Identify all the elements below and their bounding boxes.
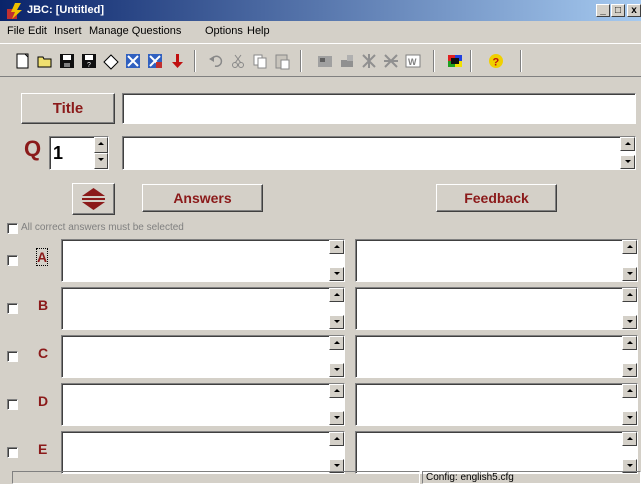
toolbar-separator bbox=[520, 50, 522, 72]
answer-checkbox-b[interactable] bbox=[7, 303, 18, 314]
settings-b-icon[interactable] bbox=[382, 52, 400, 70]
web-page-icon[interactable] bbox=[316, 52, 334, 70]
minimize-button[interactable]: _ bbox=[596, 4, 610, 17]
answer-checkbox-c[interactable] bbox=[7, 351, 18, 362]
scroll-up-button[interactable] bbox=[329, 432, 344, 446]
feedback-input-c[interactable] bbox=[355, 335, 638, 378]
all-correct-label: All correct answers must be selected bbox=[21, 222, 184, 233]
paste-icon[interactable] bbox=[273, 52, 291, 70]
answer-letter-b: B bbox=[38, 297, 49, 313]
answer-checkbox-a[interactable] bbox=[7, 255, 18, 266]
scroll-up-button[interactable] bbox=[622, 432, 637, 446]
arrow-down-icon[interactable] bbox=[168, 52, 186, 70]
menu-manage-questions[interactable]: Manage Questions bbox=[89, 25, 181, 38]
question-number-spinner[interactable]: 1 bbox=[49, 136, 109, 170]
svg-text:?: ? bbox=[493, 57, 500, 69]
feedback-button[interactable]: Feedback bbox=[436, 184, 557, 212]
scroll-down-button[interactable] bbox=[329, 315, 344, 329]
up-down-arrows-icon bbox=[82, 188, 105, 210]
question-number: 1 bbox=[53, 143, 64, 163]
scroll-up-button[interactable] bbox=[622, 240, 637, 254]
answer-checkbox-e[interactable] bbox=[7, 447, 18, 458]
question-label: Q bbox=[24, 136, 42, 161]
toolbar-separator bbox=[194, 50, 196, 72]
status-panel-main bbox=[12, 471, 420, 484]
move-question-button[interactable] bbox=[72, 183, 115, 215]
scroll-up-button[interactable] bbox=[622, 288, 637, 302]
scroll-up-button[interactable] bbox=[622, 384, 637, 398]
app-icon[interactable] bbox=[7, 3, 23, 19]
feedback-input-b[interactable] bbox=[355, 287, 638, 330]
scroll-up-button[interactable] bbox=[329, 288, 344, 302]
menu-bar: File Edit Insert Manage Questions Option… bbox=[0, 21, 641, 41]
scroll-down-button[interactable] bbox=[620, 155, 635, 169]
cut-icon[interactable] bbox=[229, 52, 247, 70]
scroll-up-button[interactable] bbox=[329, 384, 344, 398]
scroll-down-button[interactable] bbox=[622, 411, 637, 425]
scroll-up-button[interactable] bbox=[329, 336, 344, 350]
copy-icon[interactable] bbox=[251, 52, 269, 70]
export-icon[interactable] bbox=[338, 52, 356, 70]
answer-input-a[interactable] bbox=[61, 239, 345, 282]
feedback-input-e[interactable] bbox=[355, 431, 638, 474]
menu-edit[interactable]: Edit bbox=[28, 25, 47, 38]
save-as-icon[interactable]: ? bbox=[80, 52, 98, 70]
feedback-input-d[interactable] bbox=[355, 383, 638, 426]
toolbar-separator bbox=[470, 50, 472, 72]
scroll-down-button[interactable] bbox=[329, 411, 344, 425]
feedback-input-a[interactable] bbox=[355, 239, 638, 282]
toolbar-separator bbox=[300, 50, 302, 72]
scroll-down-button[interactable] bbox=[622, 315, 637, 329]
spinner-down-button[interactable] bbox=[94, 153, 108, 169]
help-icon[interactable]: ? bbox=[487, 52, 505, 70]
answer-input-d[interactable] bbox=[61, 383, 345, 426]
save-icon[interactable] bbox=[58, 52, 76, 70]
remove-icon[interactable] bbox=[146, 52, 164, 70]
menu-options[interactable]: Options bbox=[205, 25, 243, 38]
window-title: JBC: [Untitled] bbox=[27, 4, 104, 16]
all-correct-checkbox[interactable] bbox=[7, 223, 18, 234]
answer-input-c[interactable] bbox=[61, 335, 345, 378]
answer-input-b[interactable] bbox=[61, 287, 345, 330]
title-button[interactable]: Title bbox=[21, 93, 115, 124]
answer-letter-c: C bbox=[38, 345, 49, 361]
close-button[interactable]: x bbox=[627, 4, 641, 17]
status-bar: Config: english5.cfg bbox=[0, 470, 641, 484]
menu-help[interactable]: Help bbox=[247, 25, 270, 38]
question-text-input[interactable] bbox=[122, 136, 636, 170]
undo-icon[interactable] bbox=[207, 52, 225, 70]
settings-a-icon[interactable] bbox=[360, 52, 378, 70]
answer-checkbox-d[interactable] bbox=[7, 399, 18, 410]
toolbar-separator bbox=[433, 50, 435, 72]
tag-icon[interactable]: W bbox=[404, 52, 422, 70]
scroll-up-button[interactable] bbox=[329, 240, 344, 254]
colors-icon[interactable] bbox=[446, 52, 464, 70]
new-icon[interactable] bbox=[14, 52, 32, 70]
status-config: Config: english5.cfg bbox=[422, 471, 641, 484]
scroll-down-button[interactable] bbox=[622, 363, 637, 377]
menu-insert[interactable]: Insert bbox=[54, 25, 82, 38]
menu-file[interactable]: File bbox=[7, 25, 25, 38]
scroll-up-button[interactable] bbox=[620, 137, 635, 151]
svg-text:?: ? bbox=[87, 62, 91, 69]
answers-button[interactable]: Answers bbox=[142, 184, 263, 212]
spinner-up-button[interactable] bbox=[94, 137, 108, 153]
eraser-icon[interactable] bbox=[102, 52, 120, 70]
answer-input-e[interactable] bbox=[61, 431, 345, 474]
add-icon[interactable] bbox=[124, 52, 142, 70]
answer-letter-a: A bbox=[35, 248, 49, 266]
open-icon[interactable] bbox=[36, 52, 54, 70]
scroll-up-button[interactable] bbox=[622, 336, 637, 350]
scroll-down-button[interactable] bbox=[329, 363, 344, 377]
toolbar: ? W ? bbox=[0, 43, 641, 77]
answer-letter-e: E bbox=[38, 441, 48, 457]
title-input[interactable] bbox=[122, 93, 636, 124]
title-bar[interactable]: JBC: [Untitled] _ □ x bbox=[0, 0, 641, 21]
maximize-button[interactable]: □ bbox=[611, 4, 625, 17]
scroll-down-button[interactable] bbox=[329, 267, 344, 281]
scroll-down-button[interactable] bbox=[622, 267, 637, 281]
answer-letter-d: D bbox=[38, 393, 49, 409]
svg-text:W: W bbox=[408, 57, 417, 67]
